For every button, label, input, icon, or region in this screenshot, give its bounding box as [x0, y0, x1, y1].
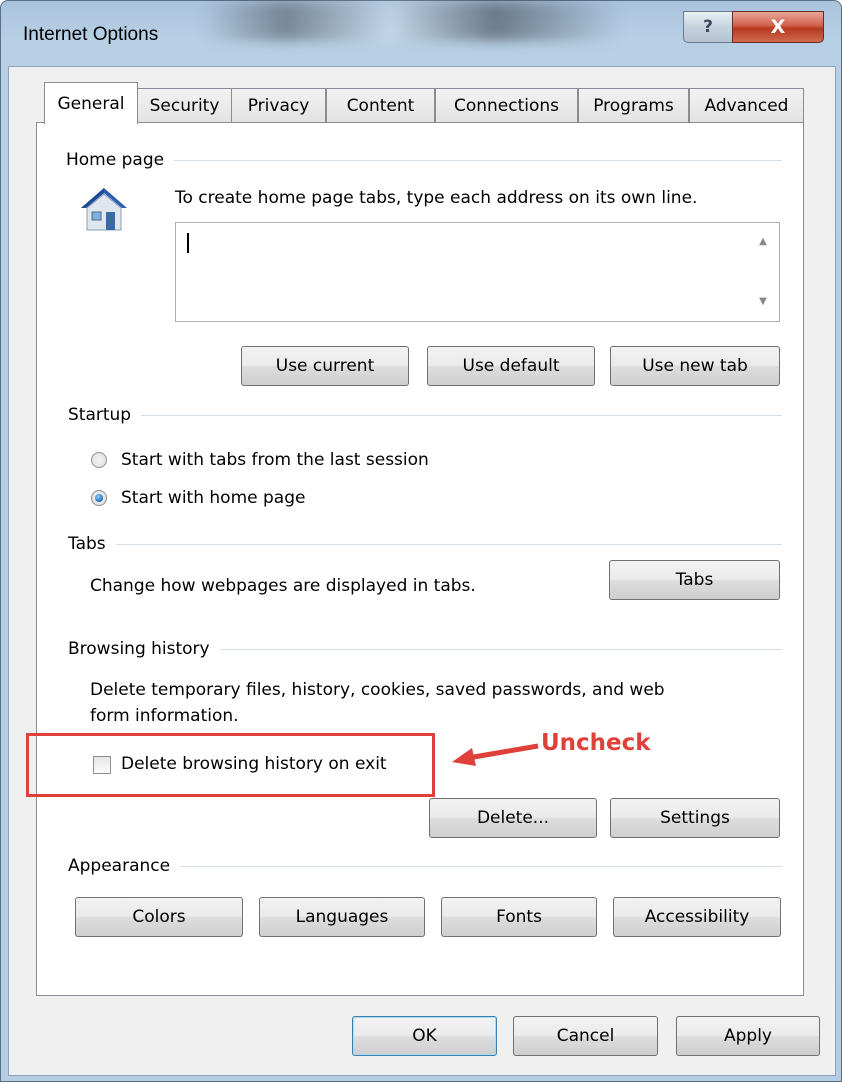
scroll-down-arrow-icon[interactable]: ▼: [757, 297, 769, 307]
tab-programs[interactable]: Programs: [578, 88, 689, 122]
text-caret: [187, 233, 189, 253]
delete-button[interactable]: Delete...: [429, 798, 597, 838]
radio-last-session[interactable]: [91, 452, 107, 468]
appearance-group: Appearance: [68, 856, 782, 876]
divider: [141, 414, 782, 416]
radio-last-session-label[interactable]: Start with tabs from the last session: [121, 450, 429, 470]
colors-button[interactable]: Colors: [75, 897, 243, 937]
divider: [219, 648, 782, 650]
use-current-button[interactable]: Use current: [241, 346, 409, 386]
close-button[interactable]: X: [732, 11, 824, 43]
tabs-description: Change how webpages are displayed in tab…: [90, 576, 476, 596]
use-default-button[interactable]: Use default: [427, 346, 595, 386]
cancel-button[interactable]: Cancel: [513, 1016, 658, 1056]
startup-group: Startup: [68, 405, 782, 425]
fonts-button[interactable]: Fonts: [441, 897, 597, 937]
startup-heading: Startup: [68, 405, 132, 425]
annotation-uncheck-text: Uncheck: [541, 730, 651, 756]
languages-button[interactable]: Languages: [259, 897, 425, 937]
browsing-history-description-line1: Delete temporary files, history, cookies…: [90, 680, 665, 700]
settings-button[interactable]: Settings: [610, 798, 780, 838]
browsing-history-heading: Browsing history: [68, 639, 210, 659]
tab-connections[interactable]: Connections: [435, 88, 578, 122]
browsing-history-description-line2: form information.: [90, 706, 239, 726]
annotation-arrow-icon: [452, 743, 539, 766]
home-page-heading: Home page: [66, 150, 165, 170]
scroll-up-arrow-icon[interactable]: ▲: [757, 237, 769, 247]
divider: [180, 865, 782, 867]
tabs-button[interactable]: Tabs: [609, 560, 780, 600]
browsing-history-group: Browsing history: [68, 639, 782, 659]
tab-general[interactable]: General: [44, 82, 138, 124]
radio-home-page-label[interactable]: Start with home page: [121, 488, 305, 508]
home-page-instruction: To create home page tabs, type each addr…: [175, 188, 698, 208]
accessibility-button[interactable]: Accessibility: [613, 897, 781, 937]
ok-button[interactable]: OK: [352, 1016, 497, 1056]
tab-privacy[interactable]: Privacy: [231, 88, 326, 122]
house-icon: [81, 188, 127, 231]
tabs-heading: Tabs: [68, 534, 106, 554]
window-title: Internet Options: [23, 24, 159, 45]
radio-home-page[interactable]: [91, 490, 107, 506]
titlebar-glow: [201, 1, 621, 41]
tab-security[interactable]: Security: [137, 88, 232, 122]
help-button[interactable]: ?: [683, 11, 733, 43]
divider: [174, 159, 782, 161]
delete-on-exit-checkbox[interactable]: [93, 756, 111, 774]
home-page-textarea[interactable]: ▲ ▼: [175, 222, 780, 322]
delete-on-exit-label[interactable]: Delete browsing history on exit: [121, 754, 387, 774]
use-new-tab-button[interactable]: Use new tab: [610, 346, 780, 386]
appearance-heading: Appearance: [68, 856, 171, 876]
divider: [115, 543, 782, 545]
tabs-group: Tabs: [68, 534, 782, 554]
home-page-group: Home page: [66, 150, 782, 170]
tab-advanced[interactable]: Advanced: [689, 88, 804, 122]
tab-content[interactable]: Content: [326, 88, 435, 122]
apply-button[interactable]: Apply: [676, 1016, 820, 1056]
